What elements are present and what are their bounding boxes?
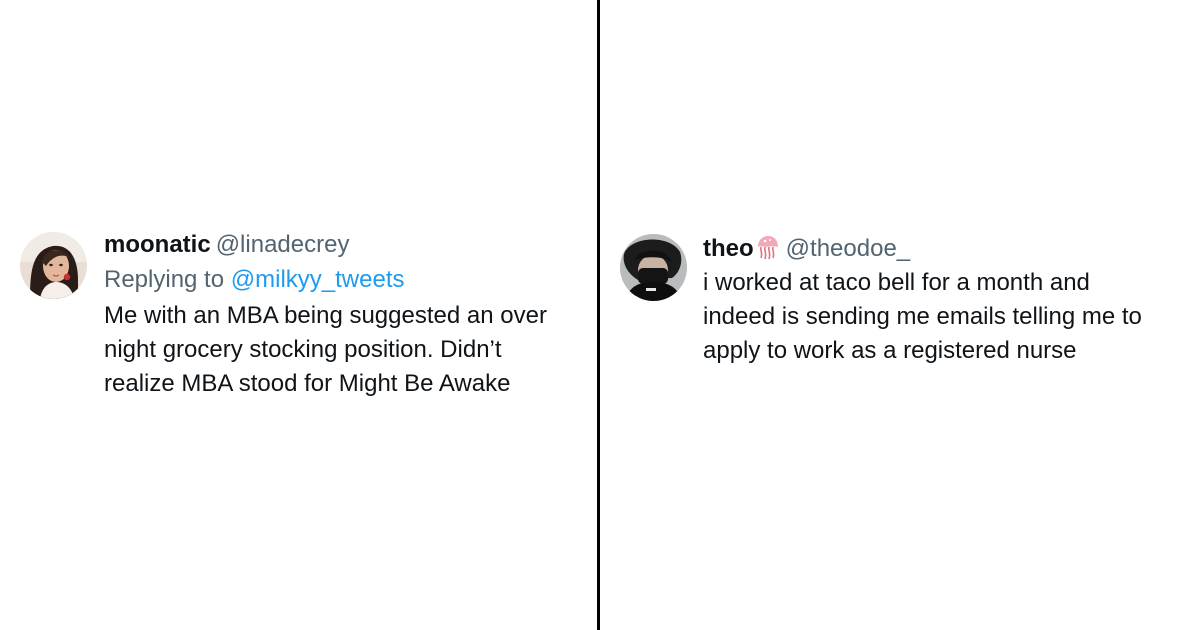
display-name[interactable]: moonatic	[104, 231, 211, 258]
tweet-text: i worked at taco bell for a month and in…	[703, 269, 1142, 364]
avatar[interactable]	[620, 234, 687, 301]
tweet-body: theo @theodoe_ i worked at taco bell for…	[703, 234, 1190, 368]
tweet-header: theo @theodoe_	[703, 234, 1190, 262]
reply-prefix: Replying to	[104, 266, 225, 293]
user-handle[interactable]: @linadecrey	[216, 231, 350, 258]
avatar[interactable]	[20, 232, 87, 299]
avatar-image	[620, 234, 687, 301]
tweet-text: Me with an MBA being suggested an over n…	[104, 302, 547, 397]
jellyfish-icon	[755, 234, 781, 260]
tweet-body: moonatic @linadecrey Replying to @milkyy_…	[104, 232, 590, 401]
tweet-left: moonatic @linadecrey Replying to @milkyy_…	[20, 232, 590, 401]
meme-canvas: moonatic @linadecrey Replying to @milkyy_…	[0, 0, 1200, 630]
tweet-header: moonatic @linadecrey	[104, 232, 590, 258]
reply-mention-link[interactable]: @milkyy_tweets	[231, 266, 405, 293]
display-name[interactable]: theo	[703, 235, 754, 262]
tweet-right: theo @theodoe_ i worked at taco bell for…	[620, 234, 1190, 368]
avatar-image	[20, 232, 87, 299]
user-handle[interactable]: @theodoe_	[786, 235, 910, 262]
reply-context: Replying to @milkyy_tweets	[104, 267, 590, 293]
divider	[597, 0, 600, 630]
